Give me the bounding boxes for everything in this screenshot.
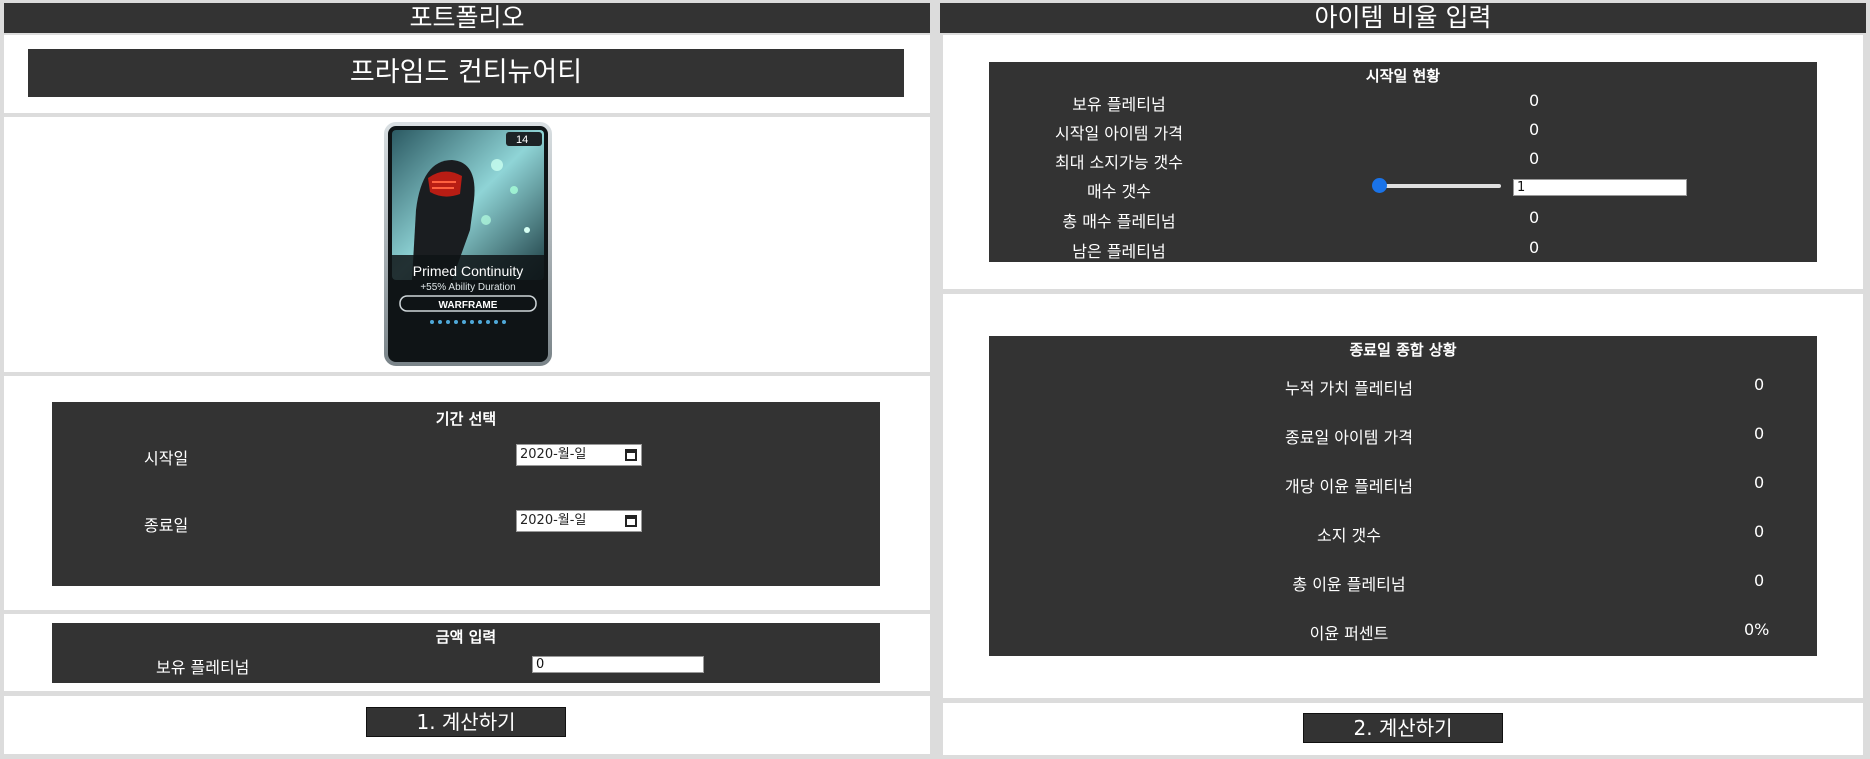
item-name-panel: 프라임드 컨티뉴어티 — [4, 35, 930, 113]
calendar-icon[interactable] — [625, 449, 637, 461]
end-date-input[interactable]: 2020-월-일 — [516, 510, 642, 532]
calc2-panel: 2. 계산하기 — [943, 703, 1863, 755]
total-profit-value: 0 — [1754, 571, 1765, 590]
end-item-price-value: 0 — [1754, 424, 1765, 443]
start-date-input[interactable]: 2020-월-일 — [516, 444, 642, 466]
start-item-price-label: 시작일 아이템 가격 — [1055, 124, 1183, 143]
total-profit-label: 총 이윤 플레티넘 — [1292, 575, 1406, 594]
buy-count-slider-thumb[interactable] — [1372, 178, 1387, 193]
item-image-panel: 14 Primed Continuity +55% Ability Durati… — [4, 117, 930, 372]
end-status-box: 종료일 종합 상황 누적 가치 플레티넘 0 종료일 아이템 가격 0 개당 이… — [989, 336, 1817, 656]
mod-rank-text: 14 — [516, 134, 528, 146]
ratio-header: 아이템 비율 입력 — [940, 3, 1866, 33]
amount-title: 금액 입력 — [435, 628, 497, 646]
mod-category-text: WARFRAME — [439, 300, 498, 311]
calendar-icon[interactable] — [625, 515, 637, 527]
calc1-panel: 1. 계산하기 — [4, 696, 930, 754]
cumulative-value-label: 누적 가치 플레티넘 — [1285, 379, 1413, 398]
holding-platinum-value: 0 — [1529, 91, 1540, 110]
start-status-panel: 시작일 현황 보유 플레티넘 0 시작일 아이템 가격 0 최대 소지가능 갯수… — [943, 35, 1863, 289]
total-buy-platinum-label: 총 매수 플레티넘 — [1062, 212, 1176, 231]
max-holdable-label: 최대 소지가능 갯수 — [1055, 153, 1183, 172]
period-title: 기간 선택 — [435, 410, 497, 428]
total-buy-platinum-value: 0 — [1529, 208, 1540, 227]
portfolio-header: 포트폴리오 — [4, 3, 930, 33]
holding-count-label: 소지 갯수 — [1317, 526, 1381, 545]
holding-count-value: 0 — [1754, 522, 1765, 541]
platinum-input[interactable]: 0 — [532, 656, 704, 673]
amount-panel: 금액 입력 보유 플레티넘 0 — [4, 614, 930, 691]
start-date-value: 2020-월-일 — [520, 447, 587, 462]
end-status-title: 종료일 종합 상황 — [1349, 341, 1457, 359]
remaining-platinum-value: 0 — [1529, 238, 1540, 257]
end-date-value: 2020-월-일 — [520, 513, 587, 528]
start-status-title: 시작일 현황 — [1365, 67, 1441, 85]
start-date-label: 시작일 — [144, 449, 189, 468]
item-name-title: 프라임드 컨티뉴어티 — [28, 49, 904, 97]
period-box: 기간 선택 시작일 2020-월-일 종료일 2020-월-일 — [52, 402, 880, 586]
start-item-price-value: 0 — [1529, 120, 1540, 139]
amount-label: 보유 플레티넘 — [156, 658, 250, 677]
mod-stat-text: +55% Ability Duration — [420, 282, 515, 293]
buy-count-label: 매수 갯수 — [1087, 182, 1151, 201]
mod-title-text: Primed Continuity — [413, 263, 524, 279]
end-date-label: 종료일 — [144, 516, 189, 535]
buy-count-slider[interactable] — [1379, 184, 1501, 188]
cumulative-value-value: 0 — [1754, 375, 1765, 394]
profit-per-item-label: 개당 이윤 플레티넘 — [1285, 477, 1413, 496]
buy-count-input[interactable]: 1 — [1513, 179, 1687, 196]
amount-box: 금액 입력 보유 플레티넘 0 — [52, 623, 880, 683]
calculate-button-1[interactable]: 1. 계산하기 — [366, 707, 566, 737]
end-status-panel: 종료일 종합 상황 누적 가치 플레티넘 0 종료일 아이템 가격 0 개당 이… — [943, 294, 1863, 698]
remaining-platinum-label: 남은 플레티넘 — [1072, 242, 1166, 261]
calculate-button-2[interactable]: 2. 계산하기 — [1303, 713, 1503, 743]
holding-platinum-label: 보유 플레티넘 — [1072, 95, 1166, 114]
end-item-price-label: 종료일 아이템 가격 — [1285, 428, 1413, 447]
period-panel: 기간 선택 시작일 2020-월-일 종료일 2020-월-일 — [4, 376, 930, 610]
profit-percent-value: 0% — [1744, 620, 1770, 639]
profit-per-item-value: 0 — [1754, 473, 1765, 492]
mod-card-image: 14 Primed Continuity +55% Ability Durati… — [382, 120, 554, 368]
max-holdable-value: 0 — [1529, 149, 1540, 168]
mod-card-graphic: 14 Primed Continuity +55% Ability Durati… — [384, 122, 552, 366]
profit-percent-label: 이윤 퍼센트 — [1309, 624, 1389, 643]
start-status-box: 시작일 현황 보유 플레티넘 0 시작일 아이템 가격 0 최대 소지가능 갯수… — [989, 62, 1817, 262]
